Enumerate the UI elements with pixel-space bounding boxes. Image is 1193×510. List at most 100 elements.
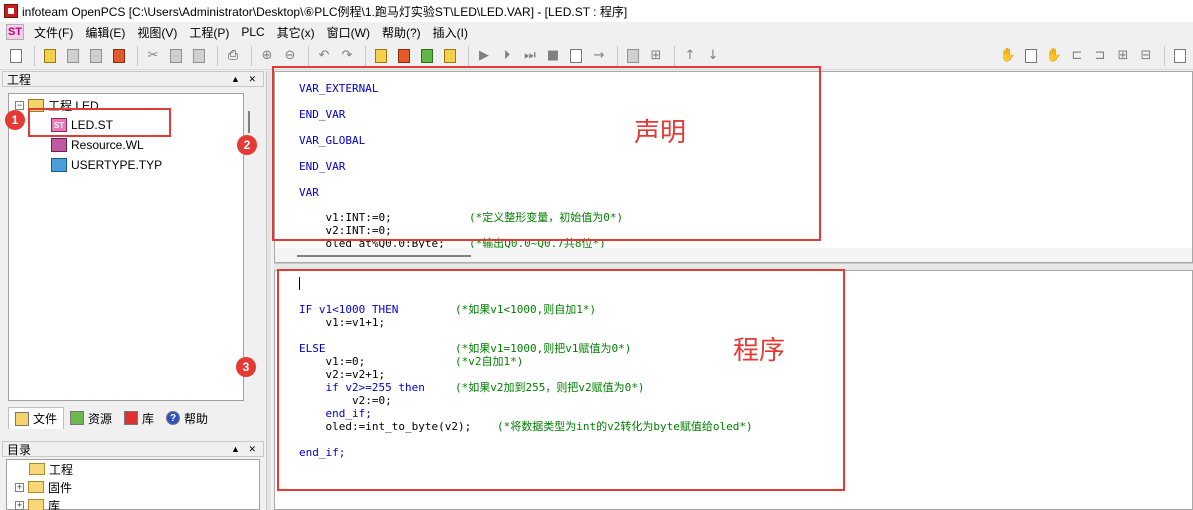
up-arrow-icon[interactable]: ↑ [680, 46, 700, 66]
annotation-badge-1: 1 [5, 110, 25, 130]
build-icon[interactable] [109, 46, 129, 66]
step-icon[interactable]: ⏵ [497, 46, 517, 66]
tree-item-resource[interactable]: Resource.WL [51, 136, 144, 154]
folder-icon [28, 481, 44, 493]
network-icon[interactable]: ⊏ [1067, 46, 1087, 66]
tab-help[interactable]: ? 帮助 [160, 407, 214, 429]
monitor-icon[interactable] [623, 46, 643, 66]
stop-icon[interactable]: ■ [543, 46, 563, 66]
menu-window[interactable]: 窗口(W) [321, 24, 376, 41]
toolbar-separator [617, 45, 618, 66]
st-logo-icon[interactable]: ST [6, 24, 24, 40]
menu-other[interactable]: 其它(x) [271, 24, 321, 41]
project-panel-title: 工程 [7, 72, 32, 87]
resource-tab-icon [70, 411, 85, 425]
directory-panel-title: 目录 [7, 442, 32, 457]
run-icon[interactable]: ▶ [474, 46, 494, 66]
make-icon[interactable] [394, 46, 414, 66]
menu-insert[interactable]: 插入(I) [427, 24, 474, 41]
menu-view[interactable]: 视图(V) [131, 24, 183, 41]
annotation-badge-3: 3 [236, 357, 256, 377]
annotation-box-led-st [28, 108, 171, 137]
dir-item-label: 库 [48, 498, 61, 510]
project-tabs: 文件 资源 库 ? 帮助 [8, 407, 264, 429]
panel-controls[interactable]: ▲ ✕ [231, 444, 259, 455]
toolbar-separator [34, 45, 35, 66]
project-panel-header: 工程 ▲ ✕ [2, 71, 264, 87]
zoom-in-icon[interactable]: ⊕ [257, 46, 277, 66]
open-folder-icon[interactable] [40, 46, 60, 66]
tab-label: 库 [142, 411, 155, 426]
go-icon[interactable]: → [589, 46, 609, 66]
resource-file-icon [51, 138, 67, 152]
expand-icon[interactable]: + [15, 482, 24, 492]
expand-icon[interactable]: + [15, 500, 24, 510]
toolbar-separator [468, 45, 469, 66]
annotation-box-program [277, 269, 845, 491]
menu-edit[interactable]: 编辑(E) [79, 24, 131, 41]
annotation-box-declaration [272, 66, 821, 241]
annotation-program-label: 程序 [733, 336, 786, 366]
step-over-icon[interactable]: ⏭ [520, 46, 540, 66]
tab-label: 资源 [88, 411, 113, 426]
menu-help[interactable]: 帮助(?) [376, 24, 427, 41]
tab-label: 文件 [33, 412, 58, 426]
redo-icon[interactable]: ↷ [337, 46, 357, 66]
folder-icon [29, 463, 45, 475]
tree-item-usertype[interactable]: USERTYPE.TYP [51, 156, 162, 174]
toolbar-separator [1164, 45, 1165, 66]
dir-item-label: 固件 [48, 480, 73, 495]
resource-icon[interactable] [417, 46, 437, 66]
vertical-splitter[interactable] [266, 71, 271, 510]
directory-panel-header: 目录 ▲ ✕ [2, 441, 264, 457]
dir-item-library[interactable]: + 库 [15, 496, 60, 510]
hand-icon[interactable]: ✋ [998, 46, 1018, 66]
file-tab-icon [15, 411, 29, 426]
dir-item-project[interactable]: 工程 [29, 460, 73, 478]
variable-icon[interactable]: ⊟ [1136, 46, 1156, 66]
menu-file[interactable]: 文件(F) [28, 24, 79, 41]
scrollbar-thumb[interactable] [297, 255, 471, 257]
collapse-icon[interactable]: − [15, 100, 24, 110]
tab-label: 帮助 [184, 411, 209, 426]
menu-project[interactable]: 工程(P) [183, 24, 235, 41]
hand-alt-icon[interactable]: ✋ [1044, 46, 1064, 66]
save-icon[interactable] [63, 46, 83, 66]
app-icon [4, 4, 18, 18]
undo-icon[interactable]: ↶ [314, 46, 334, 66]
function-icon[interactable]: ⊞ [1113, 46, 1133, 66]
down-arrow-icon[interactable]: ↓ [703, 46, 723, 66]
save-all-icon[interactable] [86, 46, 106, 66]
tab-file[interactable]: 文件 [8, 407, 65, 429]
paste-icon[interactable] [189, 46, 209, 66]
print-icon[interactable]: ⎙ [223, 46, 243, 66]
breakpoint-icon[interactable] [566, 46, 586, 66]
declaration-hscrollbar[interactable] [275, 248, 1192, 262]
title-bar: infoteam OpenPCS [C:\Users\Administrator… [0, 0, 1193, 22]
folder-icon [28, 499, 44, 510]
block-icon[interactable]: ⊐ [1090, 46, 1110, 66]
vertical-scrollbar[interactable] [248, 111, 250, 133]
tab-resource[interactable]: 资源 [64, 407, 118, 429]
tree-item-label: USERTYPE.TYP [71, 158, 163, 172]
zoom-out-icon[interactable]: ⊖ [280, 46, 300, 66]
cut-icon[interactable]: ✂ [143, 46, 163, 66]
project-tree: − 工程 LED ST LED.ST Resource.WL USERTYPE.… [8, 93, 244, 416]
toolbar-separator [674, 45, 675, 66]
download-icon[interactable] [440, 46, 460, 66]
tree-item-label: Resource.WL [71, 138, 144, 152]
directory-tree: 工程 + 固件 + 库 [6, 459, 260, 510]
new-doc-icon[interactable] [6, 46, 26, 66]
properties-icon[interactable] [1170, 46, 1190, 66]
tab-library[interactable]: 库 [118, 407, 160, 429]
panel-controls[interactable]: ▲ ✕ [231, 74, 259, 85]
toolbar-separator [308, 45, 309, 66]
copy-icon[interactable] [166, 46, 186, 66]
dir-item-firmware[interactable]: + 固件 [15, 478, 72, 496]
directory-panel: 目录 ▲ ✕ 工程 + 固件 + 库 [2, 441, 264, 510]
menu-plc[interactable]: PLC [235, 25, 270, 39]
toolbar-separator [137, 45, 138, 66]
page-icon[interactable] [1021, 46, 1041, 66]
watch-icon[interactable]: ⊞ [646, 46, 666, 66]
compile-icon[interactable] [371, 46, 391, 66]
